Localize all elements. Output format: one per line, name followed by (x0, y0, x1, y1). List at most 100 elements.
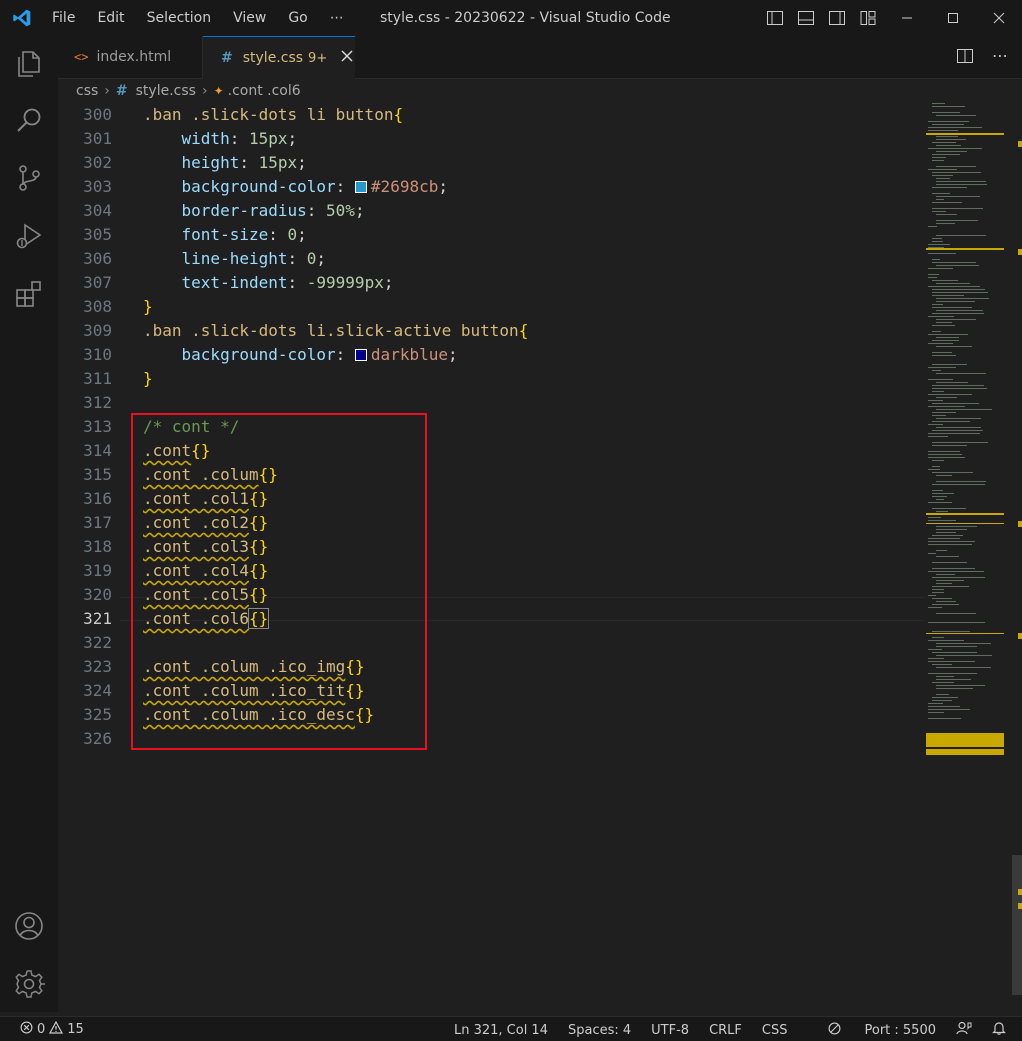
minimap-line (936, 220, 978, 221)
color-swatch[interactable] (354, 181, 367, 193)
minimap[interactable] (924, 103, 1010, 1012)
toggle-primary-sidebar-icon[interactable] (766, 9, 784, 27)
minimap-line (932, 352, 952, 353)
code-editor[interactable]: 300 .ban .slick-dots li button{ 301 width… (58, 103, 978, 1012)
minimap-line (932, 370, 941, 371)
menu-selection[interactable]: Selection (147, 10, 212, 26)
minimap-line (932, 421, 970, 422)
explorer-icon[interactable] (13, 48, 45, 80)
minimap-line (936, 526, 977, 527)
notifications-bell-icon[interactable] (992, 1021, 1006, 1039)
minimap-line (936, 685, 985, 686)
encoding[interactable]: UTF-8 (651, 1023, 689, 1038)
minimap-line (932, 154, 960, 155)
warning-count: 15 (67, 1022, 84, 1037)
minimap-line (932, 586, 969, 587)
minimap-line (928, 343, 953, 344)
accounts-icon[interactable] (13, 910, 45, 942)
css-icon: # (221, 50, 233, 66)
minimap-line (932, 238, 942, 239)
tab-index-html[interactable]: <> index.html (58, 36, 203, 78)
minimap-line (936, 115, 976, 116)
minimap-line (936, 397, 957, 398)
scrollbar-thumb[interactable] (1012, 855, 1022, 995)
minimap-line (932, 355, 956, 356)
minimap-line (936, 583, 952, 584)
toggle-secondary-sidebar-icon[interactable] (828, 9, 846, 27)
settings-gear-icon[interactable] (13, 968, 45, 1000)
minimap-line (928, 316, 954, 317)
status-bar: 0 15 Ln 321, Col 14 Spaces: 4 UTF-8 CRLF… (0, 1016, 1022, 1041)
minimap-line (932, 466, 940, 467)
menu-file[interactable]: File (52, 10, 75, 26)
minimap-line (932, 103, 945, 104)
title-bar: File Edit Selection View Go ⋯ style.css … (0, 0, 1022, 36)
code-line: 307 text-indent: -99999px; (83, 273, 394, 292)
run-debug-icon[interactable] (13, 220, 45, 252)
minimap-line (932, 202, 962, 203)
minimap-line (936, 166, 976, 167)
minimap-line (928, 649, 942, 650)
minimap-line (932, 280, 958, 281)
minimize-button[interactable] (884, 0, 930, 36)
code-line: 311} (83, 369, 153, 388)
minimap-line (936, 235, 986, 236)
code-line: 306 line-height: 0; (83, 249, 327, 268)
close-tab-icon[interactable] (341, 50, 353, 66)
end-of-line[interactable]: CRLF (709, 1023, 742, 1038)
menu-bar: File Edit Selection View Go ⋯ (52, 0, 366, 36)
color-swatch[interactable] (354, 349, 367, 361)
tab-style-css[interactable]: # style.css 9+ (203, 36, 355, 79)
no-entry-icon (828, 1022, 841, 1039)
split-editor-icon[interactable] (956, 47, 974, 69)
minimap-line (928, 367, 956, 368)
menu-go[interactable]: Go (288, 10, 307, 26)
feedback-icon[interactable] (956, 1021, 972, 1039)
indentation[interactable]: Spaces: 4 (568, 1023, 631, 1038)
minimap-line (936, 382, 968, 383)
toggle-panel-icon[interactable] (797, 9, 815, 27)
live-server-port[interactable]: Port : 5500 (808, 1022, 936, 1039)
minimap-line (936, 199, 944, 200)
menu-edit[interactable]: Edit (97, 10, 124, 26)
search-icon[interactable] (13, 104, 45, 136)
minimap-line (932, 304, 943, 305)
minimap-line (932, 568, 975, 569)
cursor-position[interactable]: Ln 321, Col 14 (454, 1023, 548, 1038)
minimap-highlight (926, 133, 1004, 135)
minimap-line (936, 373, 986, 374)
minimap-line (928, 595, 936, 596)
error-count: 0 (37, 1022, 46, 1037)
breadcrumb-symbol[interactable]: .cont .col6 (228, 83, 301, 99)
customize-layout-icon[interactable] (859, 9, 877, 27)
minimap-line (928, 286, 980, 287)
source-control-icon[interactable] (13, 162, 45, 194)
minimap-line (936, 694, 949, 695)
code-line: 301 width: 15px; (83, 129, 298, 148)
minimap-line (936, 145, 961, 146)
minimap-line (936, 214, 957, 215)
extensions-icon[interactable] (13, 278, 45, 310)
minimap-line (932, 157, 946, 158)
more-actions-icon[interactable]: ⋯ (992, 47, 1008, 69)
menu-view[interactable]: View (233, 10, 266, 26)
breadcrumb-folder[interactable]: css (76, 83, 98, 99)
language-mode[interactable]: CSS (762, 1023, 788, 1038)
minimap-line (932, 364, 967, 365)
css-icon: # (115, 83, 128, 99)
minimap-line (928, 268, 953, 269)
maximize-button[interactable] (930, 0, 976, 36)
minimap-line (928, 469, 940, 470)
breadcrumb-file[interactable]: style.css (136, 83, 196, 99)
close-window-button[interactable] (976, 0, 1022, 36)
problems-indicator[interactable]: 0 15 (20, 1020, 84, 1038)
scrollbar-marker (1018, 889, 1022, 895)
vertical-scrollbar[interactable] (1010, 103, 1022, 1012)
vscode-logo-icon (13, 9, 31, 27)
minimap-line (936, 643, 991, 644)
menu-more[interactable]: ⋯ (330, 10, 344, 26)
minimap-line (928, 244, 950, 245)
minimap-line (932, 631, 970, 632)
minimap-line (928, 226, 937, 227)
minimap-line (936, 418, 981, 419)
